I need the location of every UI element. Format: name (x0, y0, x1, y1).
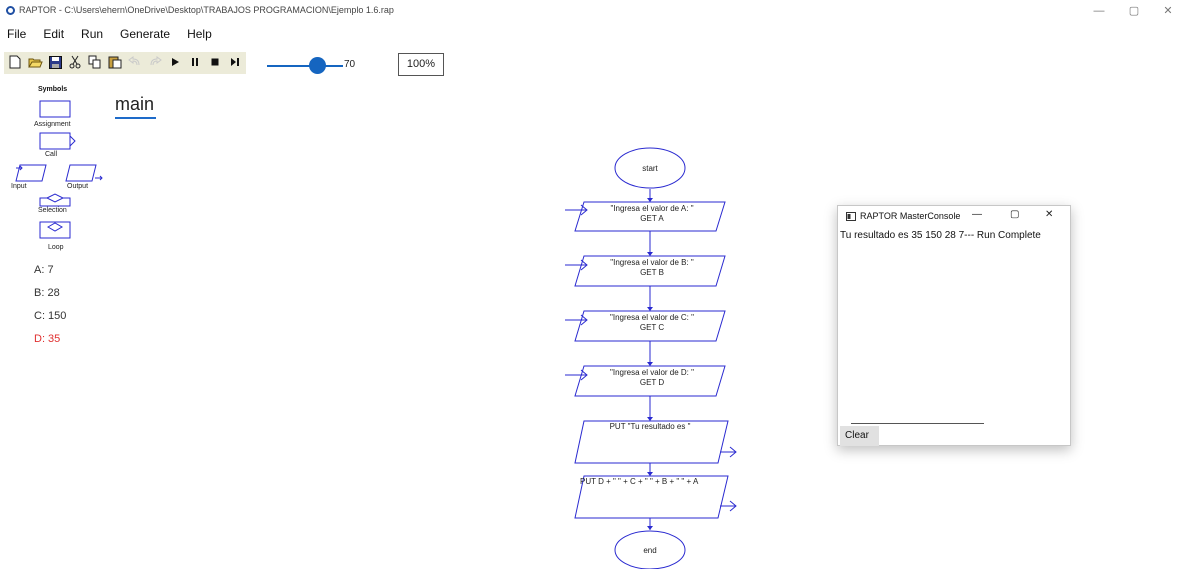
output-2-text: PUT D + " " + C + " " + B + " " + A (580, 477, 699, 486)
restore-icon[interactable]: ▢ (1121, 3, 1147, 19)
selection-label: Selection (38, 207, 67, 214)
end-text: end (643, 546, 656, 555)
speed-slider-thumb[interactable] (309, 57, 326, 74)
variable-c: C: 150 (34, 310, 67, 322)
input-a-prompt: "Ingresa el valor de A: " (610, 204, 693, 213)
variable-a: A: 7 (34, 264, 54, 276)
clear-button[interactable]: Clear (840, 426, 879, 446)
master-console-window: RAPTOR MasterConsole — ▢ ✕ Tu resultado … (837, 205, 1071, 446)
input-a-get: GET A (640, 214, 664, 223)
close-icon[interactable]: ✕ (1155, 3, 1181, 19)
cut-icon[interactable] (67, 54, 83, 70)
output-1-text: PUT "Tu resultado es " (610, 422, 691, 431)
minimize-icon[interactable]: — (1086, 3, 1112, 19)
window-title: RAPTOR - C:\Users\ehern\OneDrive\Desktop… (19, 5, 394, 15)
input-d-get: GET D (640, 378, 665, 387)
save-icon[interactable] (47, 54, 63, 70)
console-restore-icon[interactable]: ▢ (1010, 209, 1019, 220)
menu-file[interactable]: File (0, 24, 33, 44)
selection-symbol[interactable] (39, 193, 71, 207)
output-symbol[interactable] (65, 164, 103, 182)
speed-value: 70 (344, 59, 356, 70)
console-output: Tu resultado es 35 150 28 7--- Run Compl… (840, 230, 1041, 241)
play-icon[interactable] (167, 54, 183, 70)
input-b-get: GET B (640, 268, 664, 277)
loop-label: Loop (48, 244, 64, 251)
call-label: Call (45, 151, 58, 158)
new-file-icon[interactable] (7, 54, 23, 70)
start-text: start (642, 164, 658, 173)
menu-bar: File Edit Run Generate Help (0, 24, 222, 44)
console-input-line[interactable] (851, 423, 984, 424)
menu-generate[interactable]: Generate (113, 24, 177, 44)
input-b-prompt: "Ingresa el valor de B: " (610, 258, 694, 267)
menu-edit[interactable]: Edit (36, 24, 71, 44)
symbols-title: Symbols (38, 86, 68, 93)
assignment-symbol[interactable] (39, 100, 71, 118)
undo-icon[interactable] (127, 54, 143, 70)
call-symbol[interactable] (39, 132, 76, 150)
input-d-prompt: "Ingresa el valor de D: " (610, 368, 694, 377)
pause-icon[interactable] (187, 54, 203, 70)
console-close-icon[interactable]: ✕ (1045, 209, 1053, 220)
redo-icon[interactable] (147, 54, 163, 70)
loop-symbol[interactable] (39, 221, 71, 239)
copy-icon[interactable] (87, 54, 103, 70)
console-titlebar: RAPTOR MasterConsole — ▢ ✕ (838, 206, 1070, 228)
console-title: RAPTOR MasterConsole (860, 211, 961, 221)
stop-icon[interactable] (207, 54, 223, 70)
step-icon[interactable] (227, 54, 243, 70)
toolbar (4, 52, 246, 74)
variable-d: D: 35 (34, 333, 61, 345)
flowchart: start "Ingresa el valor de A: " GET A "I… (565, 147, 737, 569)
assignment-label: Assignment (34, 121, 71, 128)
tab-main[interactable]: main (115, 94, 154, 115)
raptor-app-icon (6, 6, 15, 15)
menu-help[interactable]: Help (180, 24, 219, 44)
menu-run[interactable]: Run (74, 24, 110, 44)
symbols-palette (15, 100, 103, 239)
speed-slider-track[interactable] (267, 65, 343, 67)
variable-b: B: 28 (34, 287, 60, 299)
input-c-get: GET C (640, 323, 665, 332)
console-app-icon (846, 212, 856, 221)
output-label: Output (67, 183, 89, 190)
input-c-prompt: "Ingresa el valor de C: " (610, 313, 694, 322)
zoom-select[interactable]: 100% (398, 53, 444, 76)
input-label: Input (11, 183, 27, 190)
tab-main-underline (115, 117, 156, 119)
console-minimize-icon[interactable]: — (972, 209, 982, 220)
paste-icon[interactable] (107, 54, 123, 70)
input-symbol[interactable] (15, 164, 47, 182)
open-folder-icon[interactable] (27, 54, 43, 70)
window-titlebar: RAPTOR - C:\Users\ehern\OneDrive\Desktop… (0, 0, 1186, 22)
